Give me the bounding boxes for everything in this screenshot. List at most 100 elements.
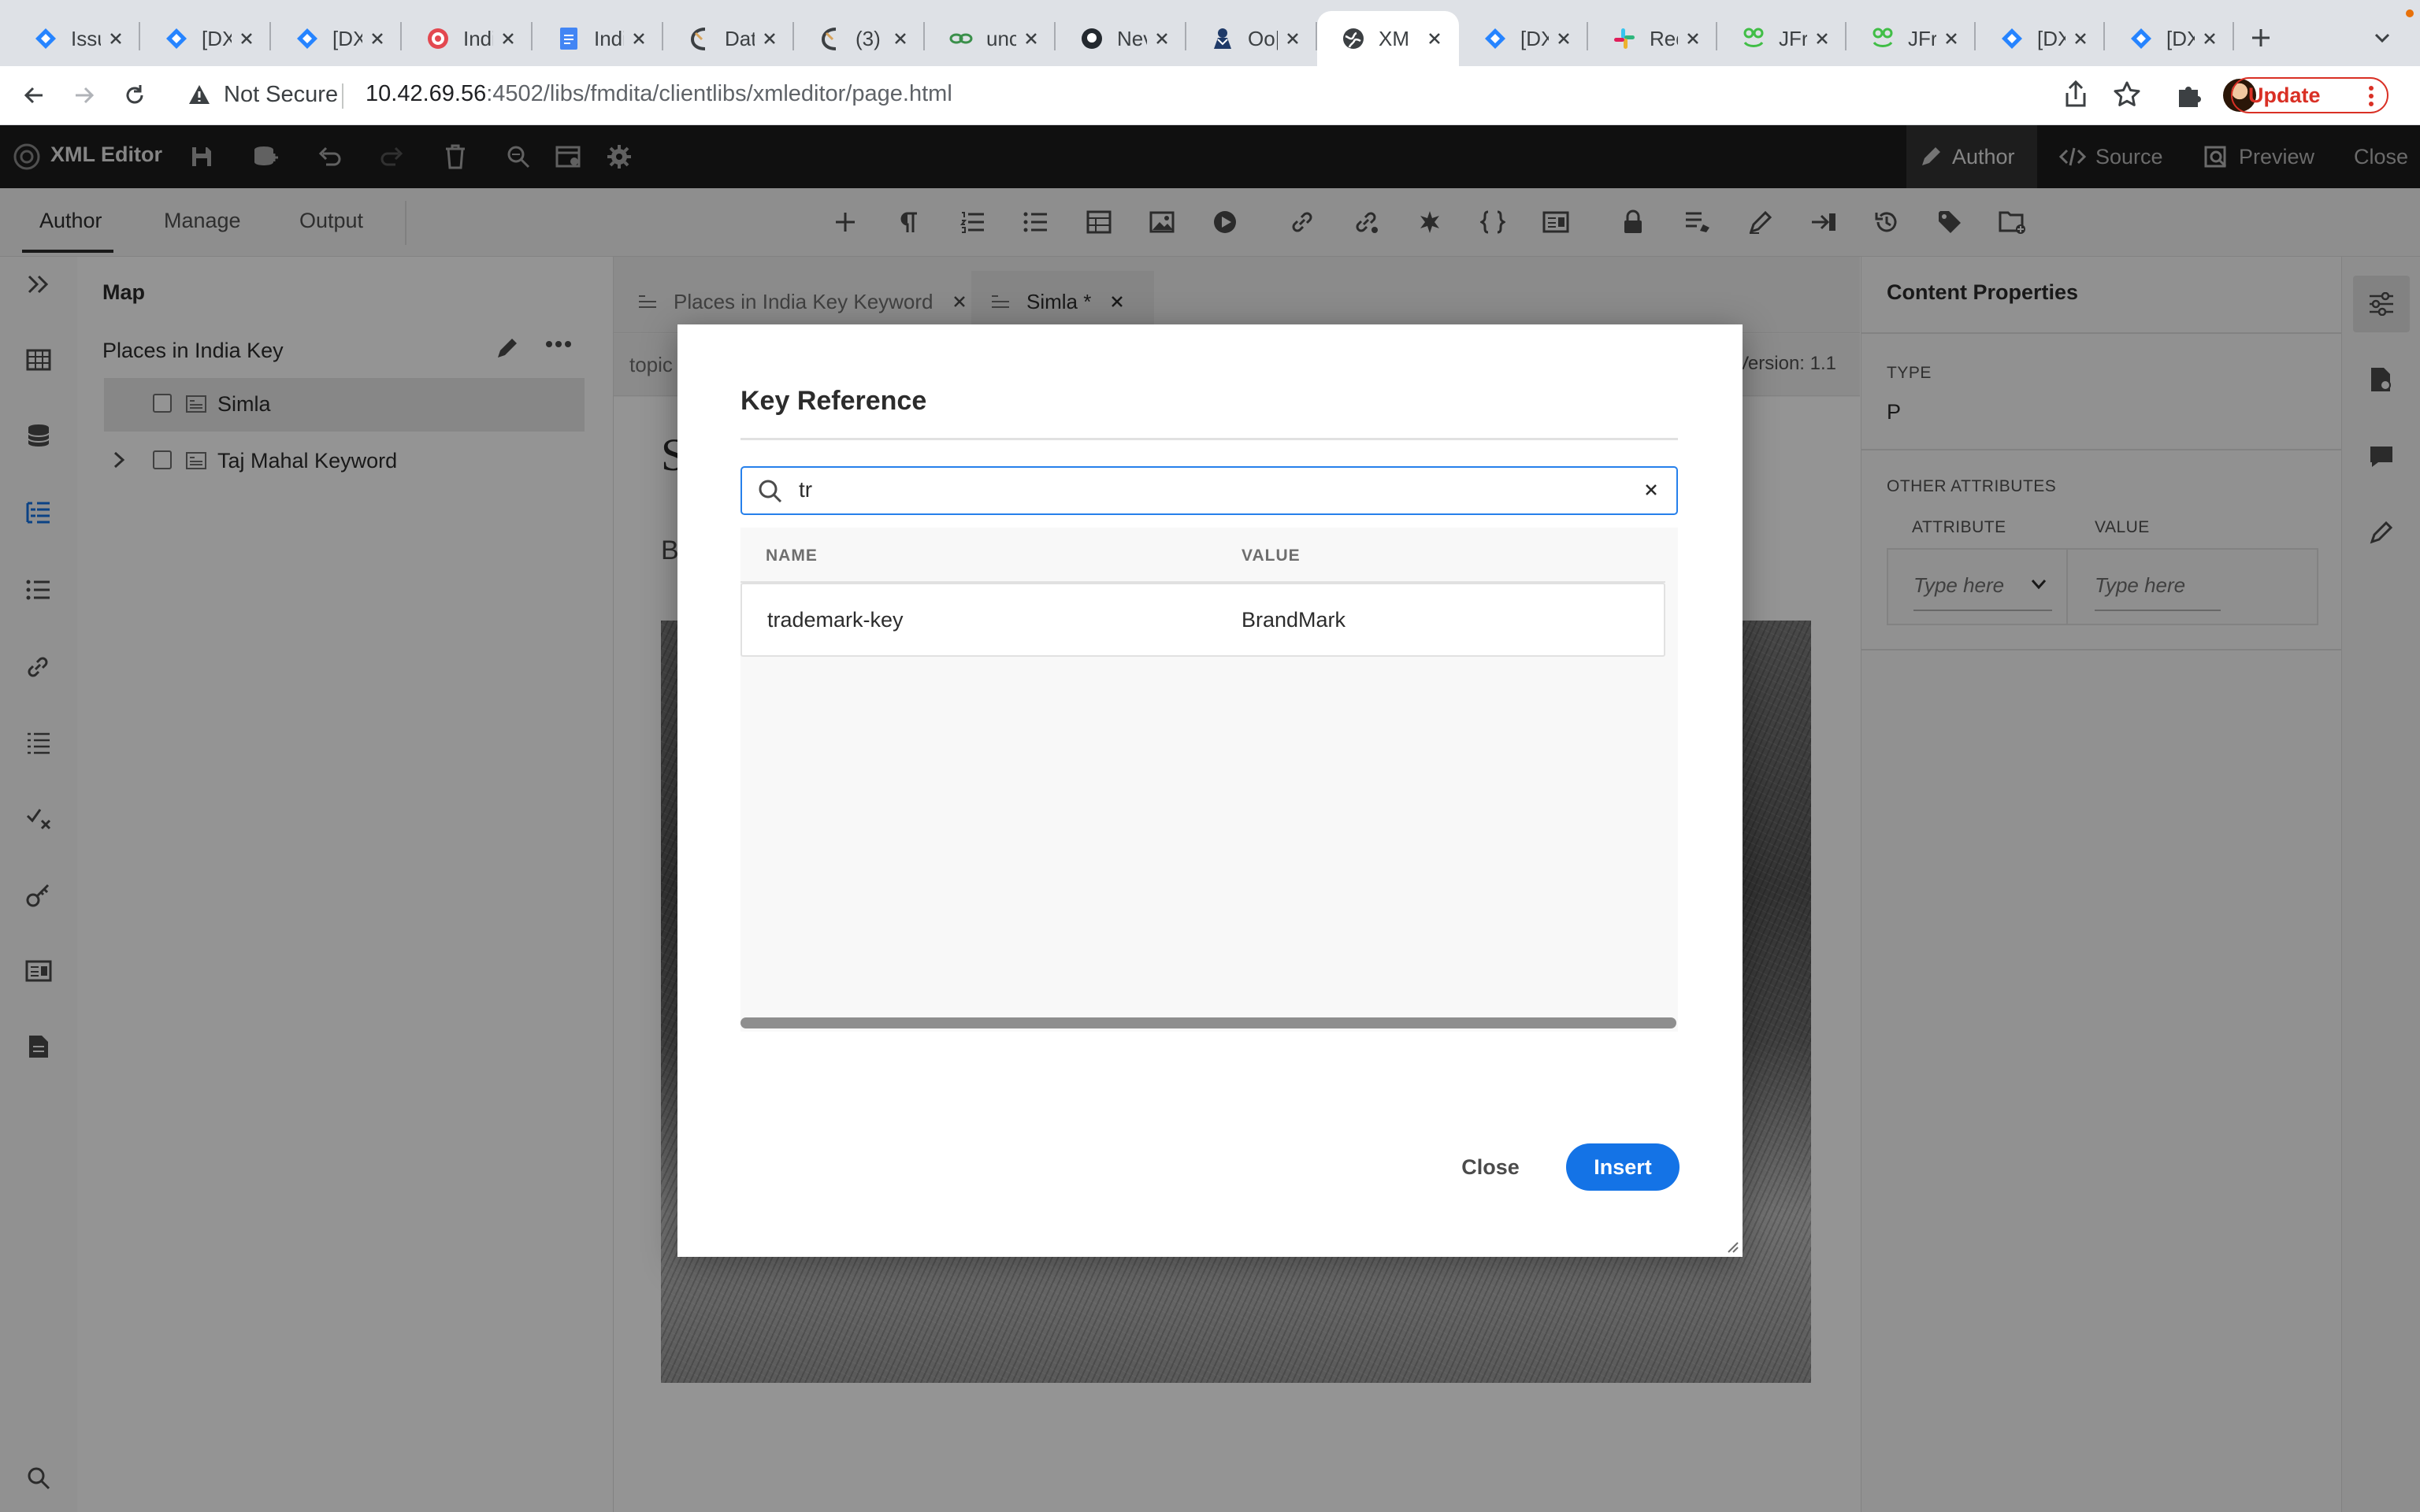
close-tab-icon[interactable] — [367, 28, 388, 49]
close-tab-icon[interactable] — [1941, 28, 1962, 49]
security-label[interactable]: Not Secure — [224, 82, 338, 108]
browser-tab[interactable]: JFrog — [1717, 11, 1847, 66]
browser-tab[interactable]: Indi — [533, 11, 663, 66]
url-host: 10.42.69.56 — [366, 81, 487, 106]
close-tab-icon[interactable] — [2070, 28, 2091, 49]
back-button[interactable] — [17, 79, 50, 112]
browser-tab[interactable]: Indi — [402, 11, 533, 66]
browser-tab[interactable]: Redirec — [1588, 11, 1717, 66]
resize-grip-icon[interactable] — [1725, 1240, 1739, 1254]
browser-tab-title: Oo| — [1248, 26, 1278, 50]
globe-icon — [1341, 26, 1366, 51]
share-icon[interactable] — [2062, 79, 2089, 110]
person-icon — [1210, 26, 1235, 51]
browser-tab[interactable]: Oo| — [1186, 11, 1317, 66]
browser-tab[interactable]: [DXML- — [2105, 11, 2234, 66]
jira-icon — [1999, 26, 2025, 51]
warning-icon — [187, 83, 211, 106]
browser-tab-title: [DX — [332, 26, 362, 50]
close-tab-icon[interactable] — [1152, 28, 1172, 49]
close-tab-icon[interactable] — [1282, 28, 1303, 49]
jira-icon — [164, 26, 189, 51]
close-button[interactable]: Close — [1435, 1143, 1546, 1191]
extensions-puzzle-icon[interactable] — [2174, 80, 2203, 109]
browser-tab-title: (3) — [856, 26, 881, 50]
update-label: Update — [2248, 83, 2321, 107]
jira-icon — [295, 26, 320, 51]
jira-icon — [2129, 26, 2154, 51]
close-tab-icon[interactable] — [1683, 28, 1703, 49]
browser-tab[interactable]: [DX — [140, 11, 271, 66]
browser-tab-title: [DXML- — [1520, 26, 1549, 50]
key-name-cell: trademark-key — [767, 608, 904, 632]
key-search-input[interactable]: tr — [740, 466, 1678, 515]
search-value: tr — [799, 477, 813, 502]
value-column-header[interactable]: VALUE — [1242, 547, 1301, 565]
jira-icon — [33, 26, 58, 51]
browser-tab[interactable]: Dat — [663, 11, 794, 66]
close-tab-icon[interactable] — [1553, 28, 1574, 49]
url-divider — [342, 83, 343, 109]
new-tab-button[interactable] — [2245, 22, 2277, 54]
table-row[interactable]: trademark-key BrandMark — [740, 583, 1665, 657]
notification-dot — [2406, 9, 2414, 17]
target-icon — [425, 26, 451, 51]
horizontal-scrollbar[interactable] — [740, 1017, 1676, 1028]
browser-tabstrip: Issu [DX [DX Indi Indi Dat (3) unc Nev Oo| XM [DXML… — [0, 0, 2420, 66]
close-tab-icon[interactable] — [498, 28, 518, 49]
dash-icon — [687, 26, 712, 51]
github-icon — [1079, 26, 1104, 51]
close-tab-icon[interactable] — [106, 28, 126, 49]
close-tab-icon[interactable] — [890, 28, 911, 49]
dash-icon — [818, 26, 843, 51]
close-tab-icon[interactable] — [1812, 28, 1832, 49]
reload-button[interactable] — [118, 79, 151, 112]
browser-tab-title: Indi — [594, 26, 624, 50]
dialog-title-divider — [740, 438, 1678, 440]
browser-tab-title: Issu — [71, 26, 101, 50]
more-vertical-icon — [2368, 85, 2374, 107]
close-tab-icon[interactable] — [1424, 28, 1445, 49]
key-value-cell: BrandMark — [1242, 608, 1346, 632]
address-bar[interactable]: Not Secure 10.42.69.56:4502/libs/fmdita/… — [172, 74, 2062, 117]
keys-table: NAME VALUE trademark-key BrandMark — [740, 528, 1678, 1032]
key-reference-dialog: Key Reference tr NAME VALUE trademark-ke… — [677, 324, 1743, 1257]
insert-button[interactable]: Insert — [1566, 1143, 1680, 1191]
jfrog-icon — [1870, 26, 1895, 51]
browser-tab[interactable]: [DXML- — [1976, 11, 2105, 66]
browser-tab[interactable]: JFrog — [1847, 11, 1976, 66]
url-text[interactable]: 10.42.69.56:4502/libs/fmdita/clientlibs/… — [366, 81, 952, 107]
url-path: :4502/libs/fmdita/clientlibs/xmleditor/p… — [486, 81, 952, 106]
clear-search-icon[interactable] — [1643, 482, 1659, 498]
browser-tab-title: Dat — [725, 26, 755, 50]
browser-tab[interactable]: unc — [925, 11, 1056, 66]
close-tab-icon[interactable] — [759, 28, 780, 49]
close-tab-icon[interactable] — [2199, 28, 2220, 49]
tab-separator — [2233, 22, 2234, 50]
browser-tab[interactable]: Nev — [1056, 11, 1186, 66]
browser-tab[interactable]: XM — [1317, 11, 1459, 66]
jira-icon — [1483, 26, 1508, 51]
bookmark-star-icon[interactable] — [2113, 80, 2141, 109]
browser-tab[interactable]: [DX — [271, 11, 402, 66]
browser-tab-title: Indi — [463, 26, 493, 50]
jfrog-icon — [1741, 26, 1766, 51]
update-button[interactable]: Update — [2231, 77, 2388, 113]
tab-search-chevron-icon[interactable] — [2368, 24, 2396, 52]
browser-tab[interactable]: (3) — [794, 11, 925, 66]
close-tab-icon[interactable] — [236, 28, 257, 49]
browser-tab[interactable]: Issu — [9, 11, 140, 66]
close-tab-icon[interactable] — [629, 28, 649, 49]
forward-button[interactable] — [68, 79, 101, 112]
browser-tab-title: unc — [986, 26, 1016, 50]
docs-icon — [556, 26, 581, 51]
browser-tab-title: JFrog — [1779, 26, 1807, 50]
browser-tab-title: XM — [1379, 26, 1409, 50]
browser-tab[interactable]: [DXML- — [1459, 11, 1588, 66]
link-icon — [948, 26, 974, 51]
keys-table-header: NAME VALUE — [740, 528, 1665, 583]
browser-tab-title: [DX — [202, 26, 232, 50]
close-tab-icon[interactable] — [1021, 28, 1041, 49]
name-column-header[interactable]: NAME — [766, 547, 818, 565]
browser-tab-title: [DXML- — [2037, 26, 2066, 50]
